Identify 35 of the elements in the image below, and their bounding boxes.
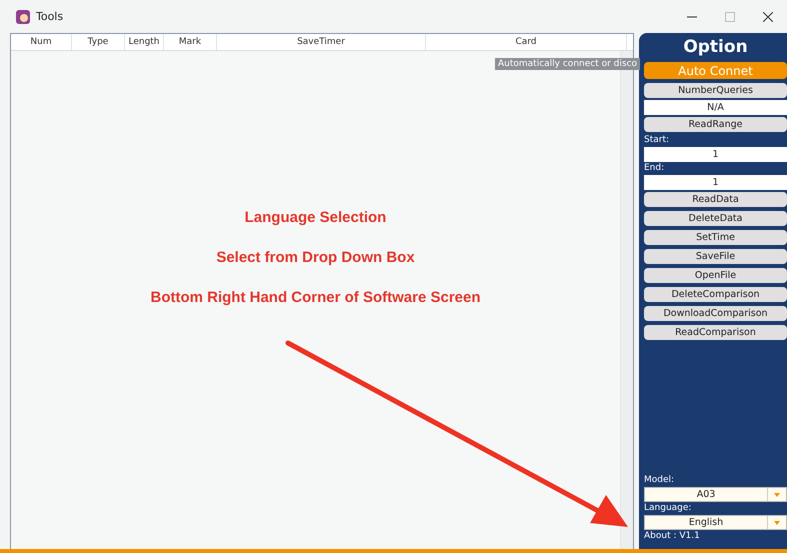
annotation-text: Language Selection: [244, 209, 386, 226]
value-field[interactable]: 1: [644, 147, 787, 162]
app-icon: [16, 10, 30, 24]
panel-button[interactable]: OpenFile: [644, 268, 787, 283]
window-title: Tools: [36, 10, 64, 23]
tooltip: Automatically connect or disco: [495, 58, 640, 70]
dropdown[interactable]: A03: [644, 487, 787, 502]
column-header[interactable]: Card: [426, 34, 627, 50]
annotation-text: Select from Drop Down Box: [216, 249, 415, 266]
panel-button[interactable]: DownloadComparison: [644, 306, 787, 321]
field-label: End:: [644, 162, 666, 175]
column-header[interactable]: Num: [11, 34, 72, 50]
field-label: Language:: [644, 502, 692, 515]
panel-button[interactable]: DeleteComparison: [644, 287, 787, 302]
panel-button[interactable]: ReadRange: [644, 117, 787, 132]
panel-button[interactable]: DeleteData: [644, 211, 787, 226]
value-field[interactable]: 1: [644, 175, 787, 190]
panel-button[interactable]: SetTime: [644, 230, 787, 245]
panel-title: Option: [682, 37, 749, 57]
column-header[interactable]: Mark: [164, 34, 217, 50]
field-label: Model:: [644, 474, 676, 487]
field-label: About : V1.1: [644, 530, 701, 543]
panel-button[interactable]: ReadComparison: [644, 325, 787, 340]
panel-button[interactable]: NumberQueries: [644, 83, 787, 98]
column-header[interactable]: SaveTimer: [217, 34, 426, 50]
annotation-text: Bottom Right Hand Corner of Software Screen: [150, 289, 481, 306]
panel-button[interactable]: SaveFile: [644, 249, 787, 264]
close-icon: [763, 12, 773, 22]
value-field[interactable]: N/A: [644, 100, 787, 115]
panel-button[interactable]: ReadData: [644, 192, 787, 207]
column-header[interactable]: Type: [72, 34, 125, 50]
field-label: Start:: [644, 134, 670, 147]
dropdown[interactable]: English: [644, 515, 787, 530]
maximize-icon: [725, 12, 735, 22]
column-header[interactable]: Length: [125, 34, 164, 50]
